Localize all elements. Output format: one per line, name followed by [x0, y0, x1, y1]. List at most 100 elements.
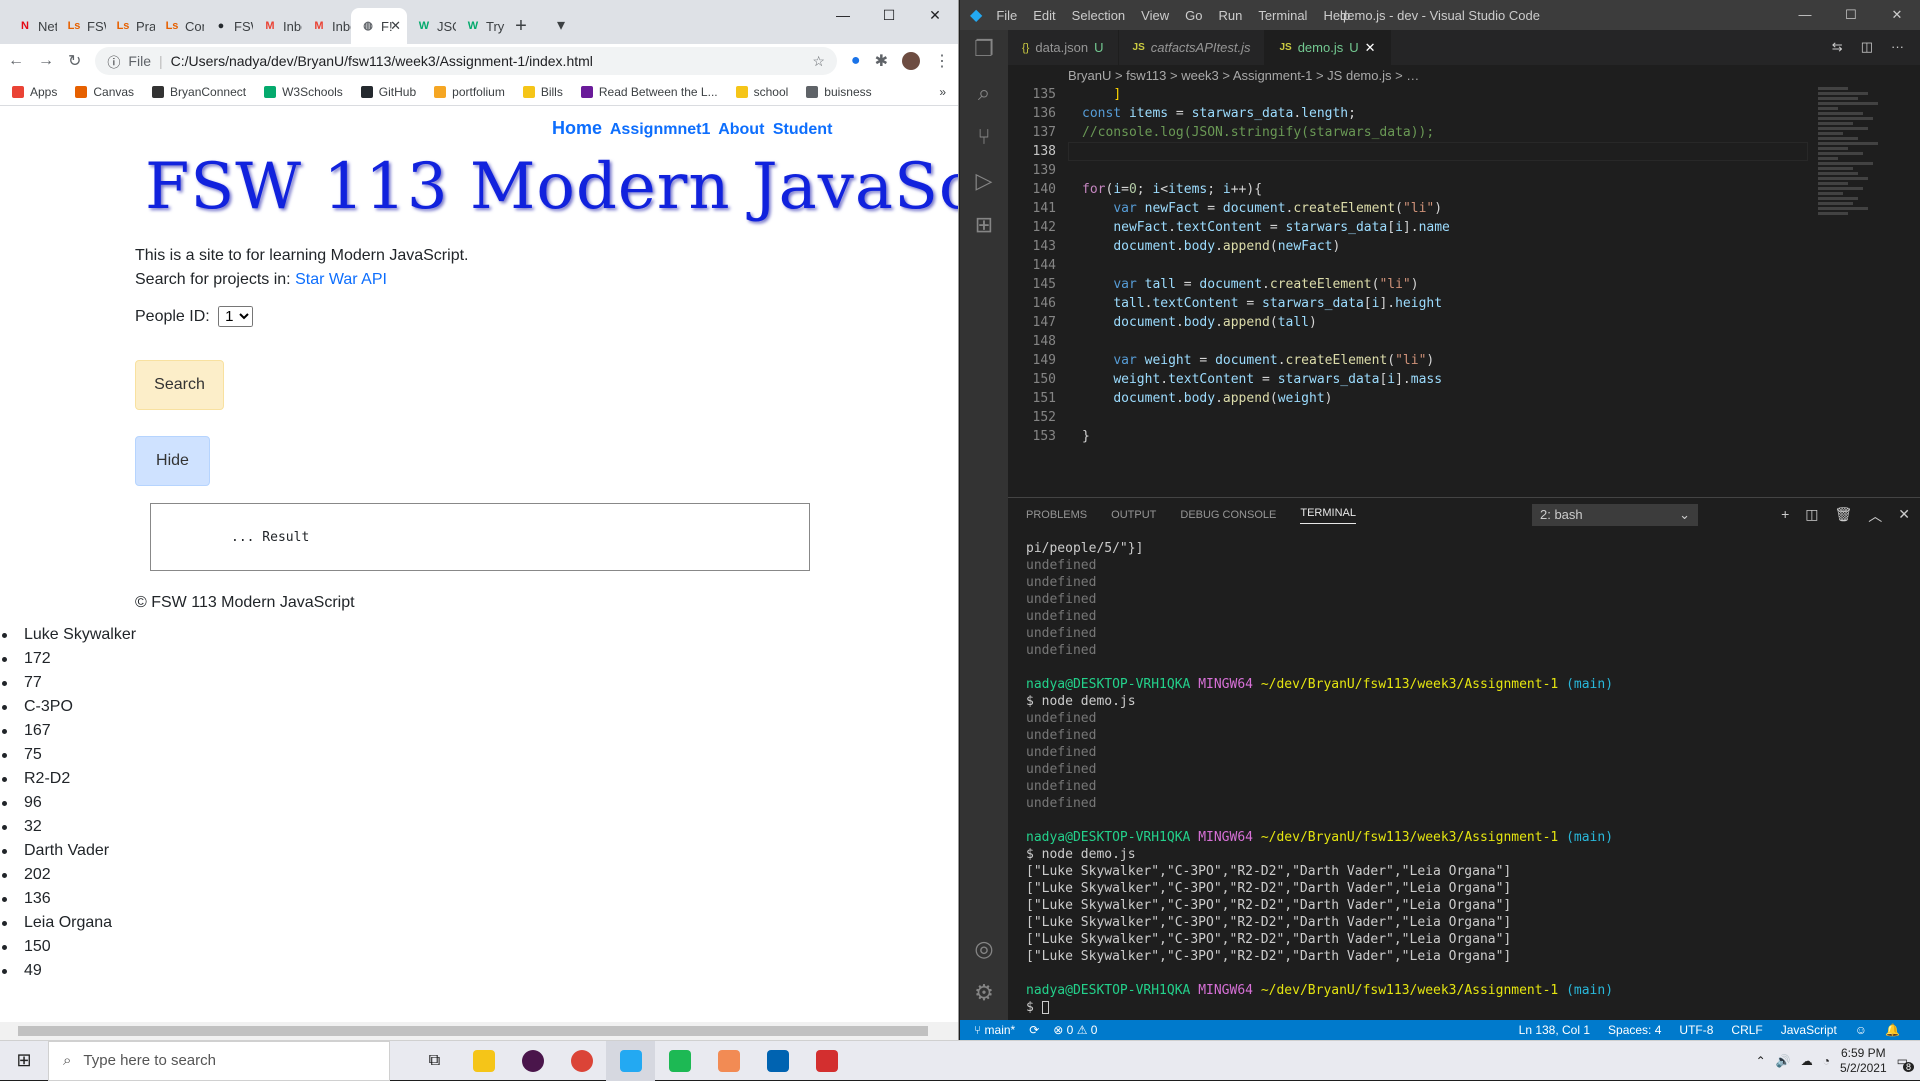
more-bookmarks-icon[interactable]: »: [939, 85, 946, 99]
settings-gear-icon[interactable]: ⚙: [974, 980, 994, 1006]
acrobat-icon[interactable]: [802, 1041, 851, 1081]
run-debug-icon[interactable]: ▷: [976, 168, 993, 194]
menu-item[interactable]: View: [1141, 8, 1169, 23]
menu-item[interactable]: Selection: [1072, 8, 1125, 23]
git-branch[interactable]: ⑂ main*: [974, 1023, 1015, 1037]
split-editor-icon[interactable]: ◫: [1861, 39, 1873, 56]
tab-debug-console[interactable]: DEBUG CONSOLE: [1180, 509, 1276, 521]
browser-tab[interactable]: ◍ F! ✕: [351, 8, 407, 44]
code-line[interactable]: 149 var weight = document.createElement(…: [1008, 351, 1888, 370]
bookmark-item[interactable]: BryanConnect: [152, 85, 246, 99]
address-bar[interactable]: ⓘ File | C:/Users/nadya/dev/BryanU/fsw11…: [95, 47, 837, 75]
tab-terminal[interactable]: TERMINAL: [1300, 507, 1356, 524]
trash-icon[interactable]: 🗑: [1834, 506, 1852, 526]
bookmark-item[interactable]: GitHub: [360, 85, 416, 99]
people-id-select[interactable]: 1: [218, 306, 254, 327]
account-icon[interactable]: ◎: [974, 936, 993, 962]
code-line[interactable]: 140 for(i=0; i<items; i++){: [1008, 180, 1888, 199]
source-control-icon[interactable]: ⑂: [977, 124, 990, 150]
browser-tab[interactable]: M Inbox: [302, 8, 351, 44]
puzzle-icon[interactable]: ✱: [875, 51, 888, 71]
nav-assignment-link[interactable]: Assignmnet1: [610, 121, 710, 138]
nav-home-link[interactable]: Home: [552, 118, 602, 138]
indentation[interactable]: Spaces: 4: [1608, 1023, 1661, 1037]
terminal-select[interactable]: 2: bash ⌄: [1532, 504, 1698, 526]
menu-item[interactable]: Run: [1218, 8, 1242, 23]
terminal-output[interactable]: pi/people/5/"}] undefined undefined undefin…: [1026, 540, 1613, 1016]
bookmark-item[interactable]: Bills: [522, 85, 563, 99]
taskbar-search[interactable]: ⌕ Type here to search: [48, 1040, 390, 1081]
close-tab-icon[interactable]: ✕: [1365, 40, 1376, 56]
photos-icon[interactable]: [753, 1041, 802, 1081]
bookmark-item[interactable]: portfolium: [434, 85, 505, 99]
extensions-icon[interactable]: ⊞: [975, 212, 993, 238]
code-line[interactable]: 142 newFact.textContent = starwars_data[…: [1008, 218, 1888, 237]
star-war-api-link[interactable]: Star War API: [295, 271, 387, 288]
tab-data-json[interactable]: {} data.json U: [1008, 30, 1119, 65]
close-icon[interactable]: ✕: [912, 0, 958, 30]
menu-kebab-icon[interactable]: ⋮: [934, 51, 950, 71]
notification-icon[interactable]: ▭ 8: [1897, 1054, 1914, 1072]
chrome-icon[interactable]: [557, 1041, 606, 1081]
new-terminal-icon[interactable]: +: [1781, 506, 1789, 526]
bell-icon[interactable]: 🔔: [1885, 1023, 1900, 1037]
code-line[interactable]: 145 var tall = document.createElement("l…: [1008, 275, 1888, 294]
bookmark-item[interactable]: buisness: [806, 85, 872, 99]
spotify-icon[interactable]: [655, 1041, 704, 1081]
info-icon[interactable]: ⓘ: [107, 52, 120, 71]
avatar[interactable]: [902, 52, 920, 70]
tab-catfacts[interactable]: JS catfactsAPItest.js: [1119, 30, 1266, 65]
code-line[interactable]: 144: [1008, 256, 1888, 275]
menu-item[interactable]: Go: [1185, 8, 1202, 23]
code-line[interactable]: 136 const items = starwars_data.length;: [1008, 104, 1888, 123]
nav-student-link[interactable]: Student: [773, 121, 833, 138]
browser-tab[interactable]: Ls FSW·: [57, 8, 106, 44]
windows-start-icon[interactable]: ⊞: [0, 1050, 48, 1071]
menu-item[interactable]: Terminal: [1258, 8, 1307, 23]
code-line[interactable]: 139: [1008, 161, 1888, 180]
vscode-icon[interactable]: [606, 1040, 655, 1081]
new-tab-button[interactable]: +: [505, 8, 537, 44]
back-icon[interactable]: ←: [8, 52, 24, 70]
compare-icon[interactable]: ⇆: [1832, 39, 1843, 56]
cursor-position[interactable]: Ln 138, Col 1: [1519, 1023, 1590, 1037]
code-line[interactable]: 146 tall.textContent = starwars_data[i].…: [1008, 294, 1888, 313]
discord-icon[interactable]: [704, 1041, 753, 1081]
search-button[interactable]: Search: [135, 360, 224, 410]
explorer-icon[interactable]: ❐: [974, 36, 994, 62]
code-line[interactable]: 151 document.body.append(weight): [1008, 389, 1888, 408]
code-line[interactable]: 150 weight.textContent = starwars_data[i…: [1008, 370, 1888, 389]
hide-button[interactable]: Hide: [135, 436, 210, 486]
slack-icon[interactable]: [508, 1041, 557, 1081]
split-terminal-icon[interactable]: ◫: [1805, 506, 1818, 526]
code-editor[interactable]: 135 ] 136 const items = starwars_data.leng…: [1008, 85, 1888, 495]
tab-search-icon[interactable]: ▾: [557, 8, 581, 44]
code-line[interactable]: 153}: [1008, 427, 1888, 446]
onedrive-icon[interactable]: ☁: [1801, 1054, 1813, 1068]
code-line[interactable]: 148: [1008, 332, 1888, 351]
browser-tab[interactable]: W JSON: [407, 8, 456, 44]
maximize-panel-icon[interactable]: ︿: [1868, 506, 1882, 526]
horizontal-scrollbar[interactable]: [0, 1022, 958, 1040]
breadcrumb[interactable]: BryanU > fsw113 > week3 > Assignment-1 >…: [1008, 65, 1920, 87]
minimize-icon[interactable]: —: [820, 0, 866, 30]
menu-item[interactable]: Edit: [1033, 8, 1055, 23]
nav-about-link[interactable]: About: [718, 121, 764, 138]
reload-icon[interactable]: ↻: [68, 51, 81, 71]
forward-icon[interactable]: →: [38, 52, 54, 70]
encoding[interactable]: UTF-8: [1679, 1023, 1713, 1037]
close-panel-icon[interactable]: ✕: [1898, 506, 1910, 526]
search-icon[interactable]: ⌕: [978, 80, 990, 106]
browser-tab[interactable]: Ls Pract: [106, 8, 155, 44]
bookmark-item[interactable]: school: [735, 85, 788, 99]
close-icon[interactable]: ✕: [1874, 0, 1920, 30]
code-line[interactable]: 141 var newFact = document.createElement…: [1008, 199, 1888, 218]
tab-output[interactable]: OUTPUT: [1111, 509, 1156, 521]
taskbar-clock[interactable]: 6:59 PM 5/2/2021: [1840, 1046, 1887, 1076]
tab-problems[interactable]: PROBLEMS: [1026, 509, 1087, 521]
browser-tab[interactable]: N Netfli: [8, 8, 57, 44]
browser-tab[interactable]: M Inbox: [253, 8, 302, 44]
tab-demo-js[interactable]: JS demo.js U ✕: [1265, 30, 1391, 65]
sync-icon[interactable]: ⟳: [1029, 1023, 1039, 1037]
browser-tab[interactable]: Ls Comp: [155, 8, 204, 44]
